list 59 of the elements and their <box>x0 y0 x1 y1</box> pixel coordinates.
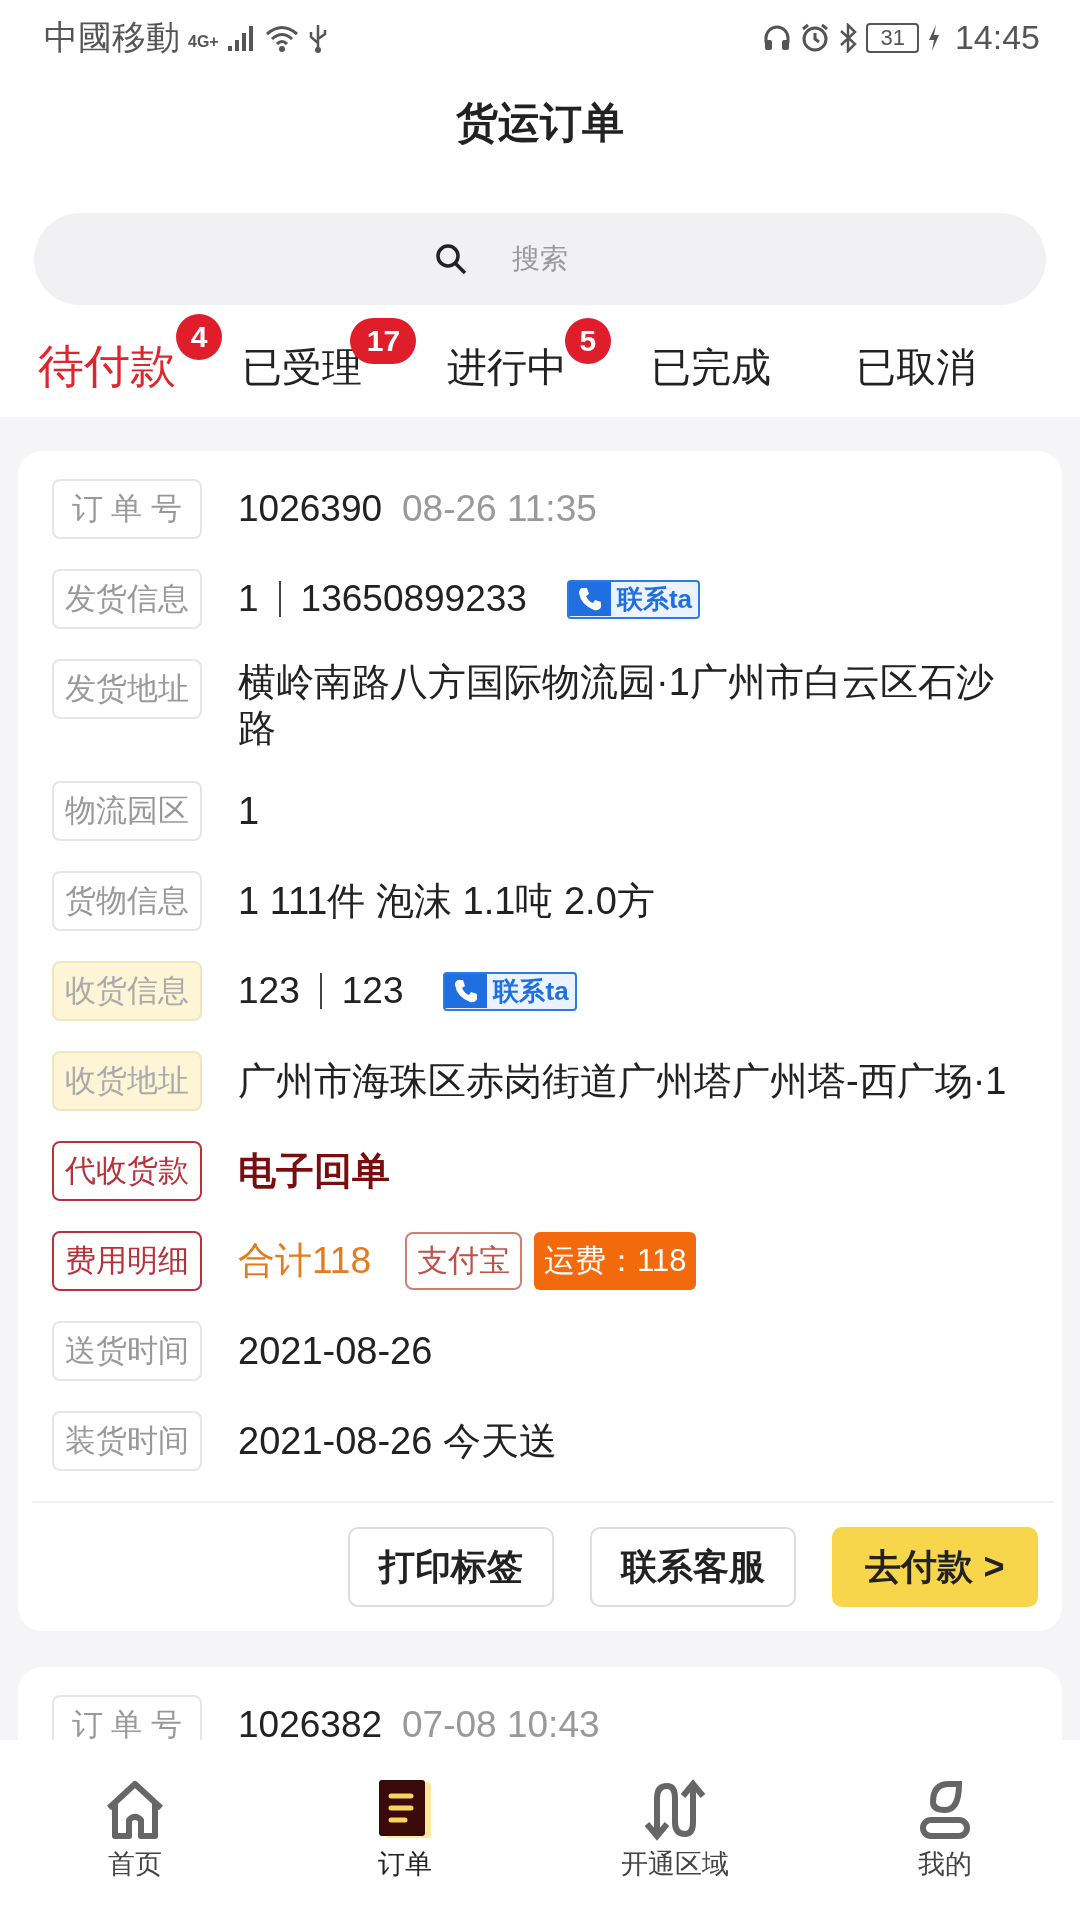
field-label: 费用明细 <box>52 1231 202 1291</box>
wifi-icon <box>264 23 299 52</box>
order-time: 07-08 10:43 <box>402 1704 600 1740</box>
phone-number: 13650899233 <box>300 578 527 620</box>
status-tab[interactable]: 待付款 <box>38 336 176 398</box>
network-type: 4G+ <box>188 32 219 51</box>
field-value: 2021-08-26 今天送 <box>238 1419 557 1464</box>
action-button[interactable]: 去付款 > <box>832 1527 1038 1607</box>
field-label: 订 单 号 <box>52 479 202 539</box>
page-title: 货运订单 <box>456 98 624 148</box>
nav-tab[interactable]: 首页 <box>0 1778 270 1882</box>
field-value: 1 111件 泡沫 1.1吨 2.0方 <box>238 879 655 924</box>
order-time: 08-26 11:35 <box>402 488 597 530</box>
total-amount: 合计118 <box>238 1239 371 1283</box>
field-label: 送货时间 <box>52 1321 202 1381</box>
action-button[interactable]: 打印标签 <box>348 1527 554 1607</box>
carrier-name: 中國移動 <box>44 16 180 58</box>
order-number: 1026390 <box>238 488 383 530</box>
status-tab[interactable]: 已完成 <box>651 339 772 395</box>
field-label: 装货时间 <box>52 1411 202 1471</box>
clock-time: 14:45 <box>954 18 1040 57</box>
nav-tab[interactable]: 开通区域 <box>540 1778 810 1882</box>
contact-button[interactable]: 联系ta <box>443 971 577 1011</box>
field-value: 电子回单 <box>238 1148 390 1194</box>
phone-icon <box>453 978 480 1004</box>
count-badge: 4 <box>176 314 222 360</box>
action-button[interactable]: 联系客服 <box>590 1527 796 1607</box>
field-value: 横岭南路八方国际物流园·1广州市白云区石沙路 <box>238 660 995 751</box>
field-value: 1 <box>238 789 260 834</box>
contact-name: 1 <box>238 578 259 620</box>
nav-tab[interactable]: 我的 <box>810 1778 1080 1882</box>
contact-button[interactable]: 联系ta <box>566 579 701 619</box>
freight-fee-tag: 运费：118 <box>534 1232 697 1290</box>
status-tab[interactable]: 已取消 <box>855 339 976 395</box>
field-label: 货物信息 <box>52 871 202 931</box>
field-label: 发货地址 <box>52 659 202 719</box>
battery-icon: 31 <box>866 22 919 53</box>
phone-icon <box>576 586 603 612</box>
count-badge: 5 <box>564 317 611 364</box>
payment-method-tag: 支付宝 <box>405 1232 522 1290</box>
charging-icon <box>926 23 941 52</box>
contact-name: 123 <box>238 970 300 1012</box>
status-tab[interactable]: 进行中 <box>446 339 567 395</box>
field-value: 广州市海珠区赤岗街道广州塔广州塔-西广场·1 <box>238 1059 1007 1104</box>
bluetooth-icon <box>838 22 859 53</box>
field-value: 2021-08-26 <box>238 1329 433 1374</box>
search-field[interactable]: 搜索 <box>34 213 1046 305</box>
search-icon <box>434 242 468 276</box>
phone-number: 123 <box>341 970 404 1012</box>
nav-tab[interactable]: 订单 <box>270 1778 540 1882</box>
route-icon <box>643 1778 707 1842</box>
order-number: 1026382 <box>238 1704 383 1740</box>
field-label: 收货地址 <box>52 1051 202 1111</box>
field-label: 代收货款 <box>52 1141 202 1201</box>
alarm-icon <box>800 22 831 53</box>
field-label: 发货信息 <box>52 569 202 629</box>
field-label: 物流园区 <box>52 781 202 841</box>
field-label: 订 单 号 <box>52 1695 202 1740</box>
field-label: 收货信息 <box>52 961 202 1021</box>
